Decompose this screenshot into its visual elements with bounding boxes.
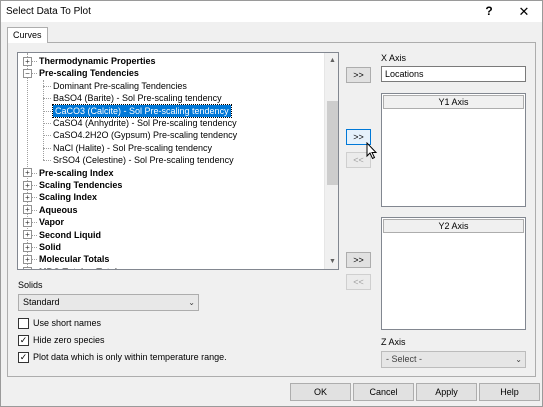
scroll-up-icon[interactable]: ▲	[325, 53, 338, 68]
tree-item[interactable]: BaSO4 (Barite) - Sol Pre-scaling tendenc…	[53, 92, 222, 104]
expand-icon[interactable]: +	[23, 56, 32, 66]
tree-content: + Thermodynamic Properties − Pre-scaling Te…	[18, 53, 324, 269]
hide-zero-species-label: Hide zero species	[33, 335, 105, 345]
y2-axis-list[interactable]: Y2 Axis	[381, 217, 526, 330]
scroll-down-icon[interactable]: ▼	[325, 254, 338, 269]
help-button[interactable]: Help	[479, 383, 540, 401]
expand-icon[interactable]: +	[23, 254, 32, 264]
tree-category[interactable]: Thermodynamic Properties	[39, 55, 156, 67]
tree-connector	[32, 247, 37, 248]
tree-connector	[43, 135, 51, 137]
expand-icon[interactable]: +	[23, 168, 32, 178]
tree-connector	[43, 147, 51, 149]
x-axis-field[interactable]: Locations	[381, 66, 526, 82]
expand-icon[interactable]: +	[23, 217, 32, 227]
expand-icon[interactable]: +	[23, 230, 32, 240]
z-axis-value: - Select -	[386, 354, 423, 364]
chevron-down-icon: ⌄	[188, 298, 195, 307]
expand-icon[interactable]: +	[23, 192, 32, 202]
tree-category[interactable]: Molecular Totals	[39, 253, 109, 265]
tree-connector	[32, 197, 37, 199]
tree-connector	[32, 259, 37, 261]
solids-label: Solids	[18, 280, 43, 290]
solids-select[interactable]: Standard ⌄	[18, 294, 199, 311]
tree-connector	[32, 209, 37, 211]
chevron-down-icon: ⌄	[515, 355, 522, 364]
tree-category[interactable]: Vapor	[39, 216, 64, 228]
tree-item[interactable]: Dominant Pre-scaling Tendencies	[53, 80, 187, 92]
expand-icon[interactable]: +	[23, 242, 32, 252]
tree-connector	[32, 61, 37, 62]
scroll-thumb[interactable]	[327, 101, 338, 185]
tree-category[interactable]: Pre-scaling Index	[39, 167, 114, 179]
tree-item[interactable]: CaSO4.2H2O (Gypsum) Pre-scaling tendency	[53, 129, 237, 141]
tree-connector	[32, 73, 37, 75]
tree-category[interactable]: Second Liquid	[39, 229, 101, 241]
tree-scrollbar[interactable]: ▲ ▼	[324, 53, 338, 269]
y1-axis-header[interactable]: Y1 Axis	[383, 95, 524, 109]
tree-category[interactable]: Scaling Index	[39, 191, 97, 203]
tree-connector	[43, 123, 51, 124]
tree-connector	[43, 85, 51, 87]
tree-category[interactable]: Pre-scaling Tendencies	[39, 67, 139, 79]
tree-item[interactable]: CaSO4 (Anhydrite) - Sol Pre-scaling tend…	[53, 117, 237, 129]
close-icon[interactable]: ✕	[513, 3, 535, 20]
temperature-range-label: Plot data which is only within temperatu…	[33, 352, 227, 362]
tree-category[interactable]: Aqueous	[39, 204, 78, 216]
tree-category[interactable]: Scaling Tendencies	[39, 179, 122, 191]
help-icon[interactable]: ?	[479, 3, 499, 20]
tree-connector	[32, 234, 37, 236]
hide-zero-species-checkbox[interactable]: ✓	[18, 335, 29, 346]
tree-category[interactable]: MBG Totals - Total	[39, 266, 117, 269]
add-to-y2-axis-button[interactable]: >>	[346, 252, 371, 268]
y1-axis-list[interactable]: Y1 Axis	[381, 93, 526, 207]
tree-connector	[32, 222, 37, 224]
apply-button[interactable]: Apply	[416, 383, 477, 401]
cancel-button[interactable]: Cancel	[353, 383, 414, 401]
collapse-icon[interactable]: −	[23, 68, 32, 78]
z-axis-select[interactable]: - Select - ⌄	[381, 351, 526, 368]
expand-icon[interactable]: +	[23, 205, 32, 215]
solids-value: Standard	[23, 297, 60, 307]
add-to-x-axis-button[interactable]: >>	[346, 67, 371, 83]
ok-button[interactable]: OK	[290, 383, 351, 401]
x-axis-label: X Axis	[381, 53, 407, 63]
mouse-cursor-icon	[366, 142, 378, 160]
use-short-names-label: Use short names	[33, 318, 102, 328]
tree-connector	[43, 160, 51, 162]
tree-connector	[32, 172, 37, 174]
data-tree[interactable]: + Thermodynamic Properties − Pre-scaling Te…	[17, 52, 339, 270]
window-title: Select Data To Plot	[6, 6, 91, 17]
tree-item[interactable]: NaCl (Halite) - Sol Pre-scaling tendency	[53, 142, 212, 154]
z-axis-label: Z Axis	[381, 337, 406, 347]
tree-connector	[32, 185, 37, 186]
title-bar: Select Data To Plot ? ✕	[1, 1, 542, 22]
tree-category[interactable]: Solid	[39, 241, 61, 253]
expand-icon[interactable]: +	[23, 180, 32, 190]
remove-from-y2-axis-button[interactable]: <<	[346, 274, 371, 290]
tree-connector	[43, 98, 51, 100]
tab-curves[interactable]: Curves	[7, 27, 48, 43]
tree-item[interactable]: CaCO3 (Calcite) - Sol Pre-scaling tenden…	[52, 103, 232, 118]
use-short-names-checkbox[interactable]	[18, 318, 29, 329]
select-data-dialog: Select Data To Plot ? ✕ Curves + Thermody…	[0, 0, 543, 407]
temperature-range-checkbox[interactable]: ✓	[18, 352, 29, 363]
tree-connector	[43, 110, 51, 112]
tree-item[interactable]: SrSO4 (Celestine) - Sol Pre-scaling tend…	[53, 154, 234, 166]
y2-axis-header[interactable]: Y2 Axis	[383, 219, 524, 233]
expand-icon[interactable]: +	[23, 267, 32, 269]
